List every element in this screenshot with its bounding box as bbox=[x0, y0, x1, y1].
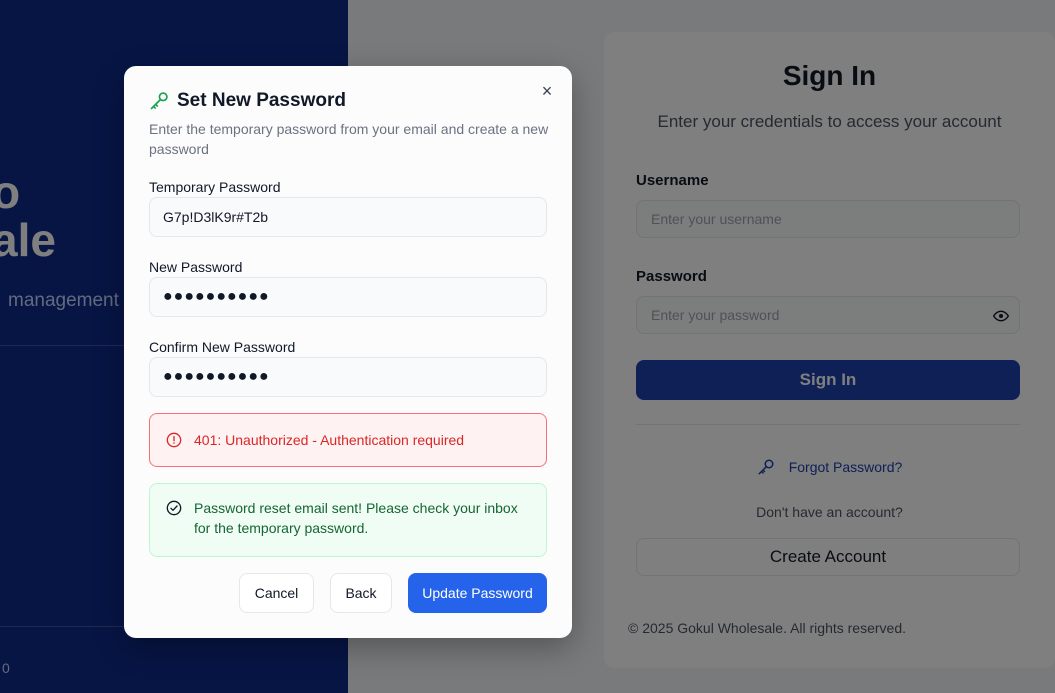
back-button[interactable]: Back bbox=[330, 573, 392, 613]
new-password-label: New Password bbox=[149, 259, 243, 275]
modal-header: Set New Password bbox=[149, 90, 346, 112]
confirm-password-input[interactable]: ●●●●●●●●●● bbox=[149, 357, 547, 397]
success-icon-wrap bbox=[166, 498, 182, 521]
check-circle-icon bbox=[166, 500, 182, 516]
temp-password-input[interactable]: G7p!D3lK9r#T2b bbox=[149, 197, 547, 237]
confirm-password-label: Confirm New Password bbox=[149, 339, 296, 355]
modal-description: Enter the temporary password from your e… bbox=[149, 121, 549, 157]
cancel-button[interactable]: Cancel bbox=[239, 573, 314, 613]
temp-password-label: Temporary Password bbox=[149, 179, 281, 195]
new-password-input[interactable]: ●●●●●●●●●● bbox=[149, 277, 547, 317]
set-password-modal: × Set New Password Enter the temporary p… bbox=[124, 66, 572, 638]
error-text: 401: Unauthorized - Authentication requi… bbox=[194, 432, 465, 448]
alert-circle-icon bbox=[166, 432, 182, 448]
update-password-button[interactable]: Update Password bbox=[408, 573, 547, 613]
close-icon[interactable]: × bbox=[538, 81, 556, 101]
success-text: Password reset email sent! Please check … bbox=[194, 500, 518, 536]
error-alert: 401: Unauthorized - Authentication requi… bbox=[149, 413, 547, 467]
modal-title: Set New Password bbox=[177, 90, 346, 111]
key-icon bbox=[150, 92, 168, 110]
success-alert: Password reset email sent! Please check … bbox=[149, 483, 547, 557]
